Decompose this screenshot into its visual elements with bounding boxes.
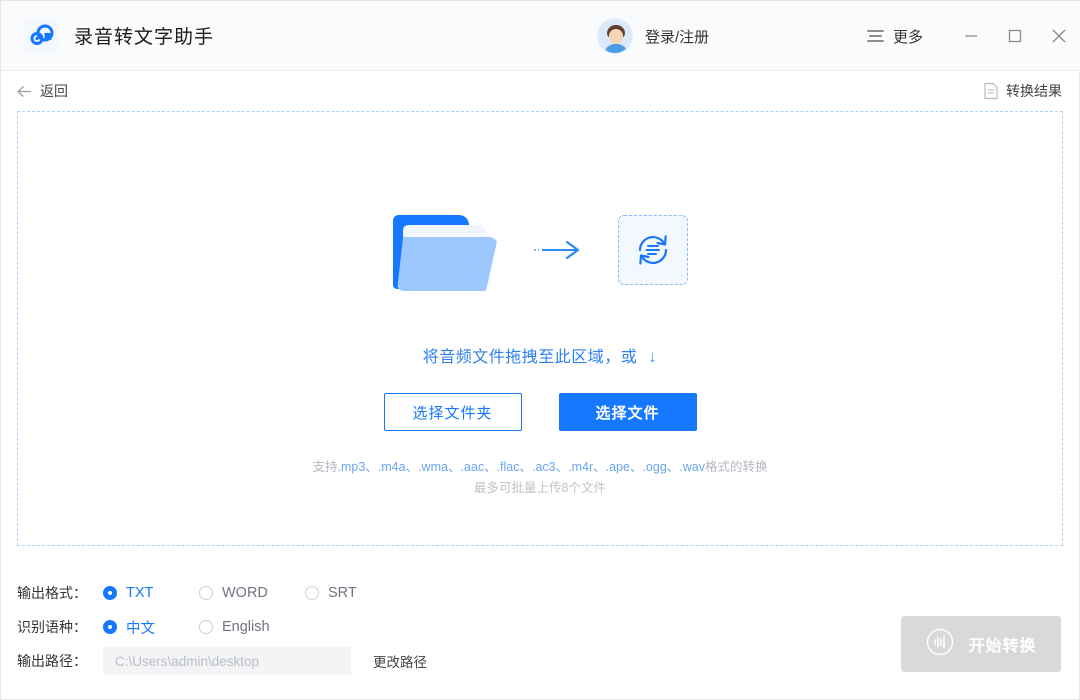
convert-circle-icon xyxy=(638,235,667,265)
file-drop-zone[interactable]: 将音频文件拖拽至此区域，或 ↓ 选择文件夹 选择文件 支持.mp3、.m4a、.… xyxy=(17,111,1063,546)
sub-toolbar: 返回 转换结果 xyxy=(1,71,1079,111)
radio-icon xyxy=(103,620,117,634)
arrow-left-icon xyxy=(16,83,33,100)
language-option-english-label: English xyxy=(222,619,270,635)
maximize-icon xyxy=(1008,29,1022,43)
format-option-srt-label: SRT xyxy=(328,585,357,601)
format-option-txt-label: TXT xyxy=(126,585,154,601)
minimize-icon xyxy=(965,35,977,37)
language-option-english[interactable]: English xyxy=(199,619,309,635)
radio-icon xyxy=(199,586,213,600)
more-button[interactable]: 更多 xyxy=(866,26,923,47)
language-label: 识别语种： xyxy=(17,619,87,635)
folder-icon xyxy=(392,209,498,291)
radio-icon xyxy=(199,620,213,634)
supported-formats-note: 支持.mp3、.m4a、.wma、.aac、.flac、.ac3、.m4r、.a… xyxy=(18,457,1062,499)
language-row: 识别语种： 中文 English xyxy=(17,610,777,644)
formats-list: .mp3、.m4a、.wma、.aac、.flac、.ac3、.m4r、.ape… xyxy=(337,460,705,474)
convert-target-box xyxy=(617,215,688,285)
conversion-result-button[interactable]: 转换结果 xyxy=(983,81,1062,101)
radio-icon xyxy=(305,586,319,600)
file-action-buttons: 选择文件夹 选择文件 xyxy=(18,393,1062,431)
language-option-chinese-label: 中文 xyxy=(126,620,155,637)
close-icon xyxy=(1052,29,1066,43)
output-format-label: 输出格式： xyxy=(17,585,87,601)
hamburger-menu-icon xyxy=(866,30,884,42)
document-icon xyxy=(983,82,999,100)
drag-hint: 将音频文件拖拽至此区域，或 ↓ xyxy=(18,343,1062,367)
conversion-result-label: 转换结果 xyxy=(1006,83,1062,99)
audio-wave-circle-icon xyxy=(925,627,955,662)
arrow-down-icon: ↓ xyxy=(648,347,658,366)
output-path-row: 输出路径： 更改路径 xyxy=(17,644,777,678)
page-title: 录音转文字助手 xyxy=(74,27,215,48)
formats-prefix: 支持 xyxy=(312,460,338,474)
change-path-button[interactable]: 更改路径 xyxy=(373,651,427,671)
output-path-label: 输出路径： xyxy=(17,653,87,669)
more-label: 更多 xyxy=(892,28,923,46)
format-option-word-label: WORD xyxy=(222,585,268,601)
start-convert-label: 开始转换 xyxy=(968,638,1037,655)
close-button[interactable] xyxy=(1037,1,1080,71)
drag-hint-text: 将音频文件拖拽至此区域，或 xyxy=(422,349,638,366)
back-button[interactable]: 返回 xyxy=(16,81,68,101)
select-file-button[interactable]: 选择文件 xyxy=(558,393,697,431)
select-folder-button[interactable]: 选择文件夹 xyxy=(383,393,522,431)
output-path-input[interactable] xyxy=(103,647,351,675)
formats-suffix: 格式的转换 xyxy=(704,460,768,474)
output-format-row: 输出格式： TXT WORD SRT xyxy=(17,576,777,610)
settings-panel: 输出格式： TXT WORD SRT 识别语种： 中文 English 输出路径… xyxy=(17,576,777,678)
start-convert-button[interactable]: 开始转换 xyxy=(901,616,1061,672)
account-area[interactable]: 登录/注册 xyxy=(597,1,709,71)
format-option-txt[interactable]: TXT xyxy=(103,585,189,601)
language-option-chinese[interactable]: 中文 xyxy=(103,617,189,638)
format-option-word[interactable]: WORD xyxy=(199,585,295,601)
window-controls: 更多 xyxy=(866,1,1080,71)
radio-icon xyxy=(103,586,117,600)
login-register-label[interactable]: 登录/注册 xyxy=(645,26,709,47)
back-label: 返回 xyxy=(40,83,68,99)
app-logo-icon xyxy=(23,17,59,54)
user-avatar[interactable] xyxy=(597,18,633,54)
app-window: 录音转文字助手 登录/注册 更多 返回 转换结果 将音频文件拖拽至此区域，或 ↓… xyxy=(0,0,1080,700)
upload-limit-note: 最多可批量上传8个文件 xyxy=(474,481,606,495)
arrow-right-icon xyxy=(498,238,618,262)
minimize-button[interactable] xyxy=(949,1,993,71)
title-bar: 录音转文字助手 登录/注册 更多 xyxy=(1,1,1080,71)
dropzone-illustration xyxy=(18,200,1062,300)
maximize-button[interactable] xyxy=(993,1,1037,71)
format-option-srt[interactable]: SRT xyxy=(305,585,385,601)
brand: 录音转文字助手 xyxy=(23,17,215,54)
